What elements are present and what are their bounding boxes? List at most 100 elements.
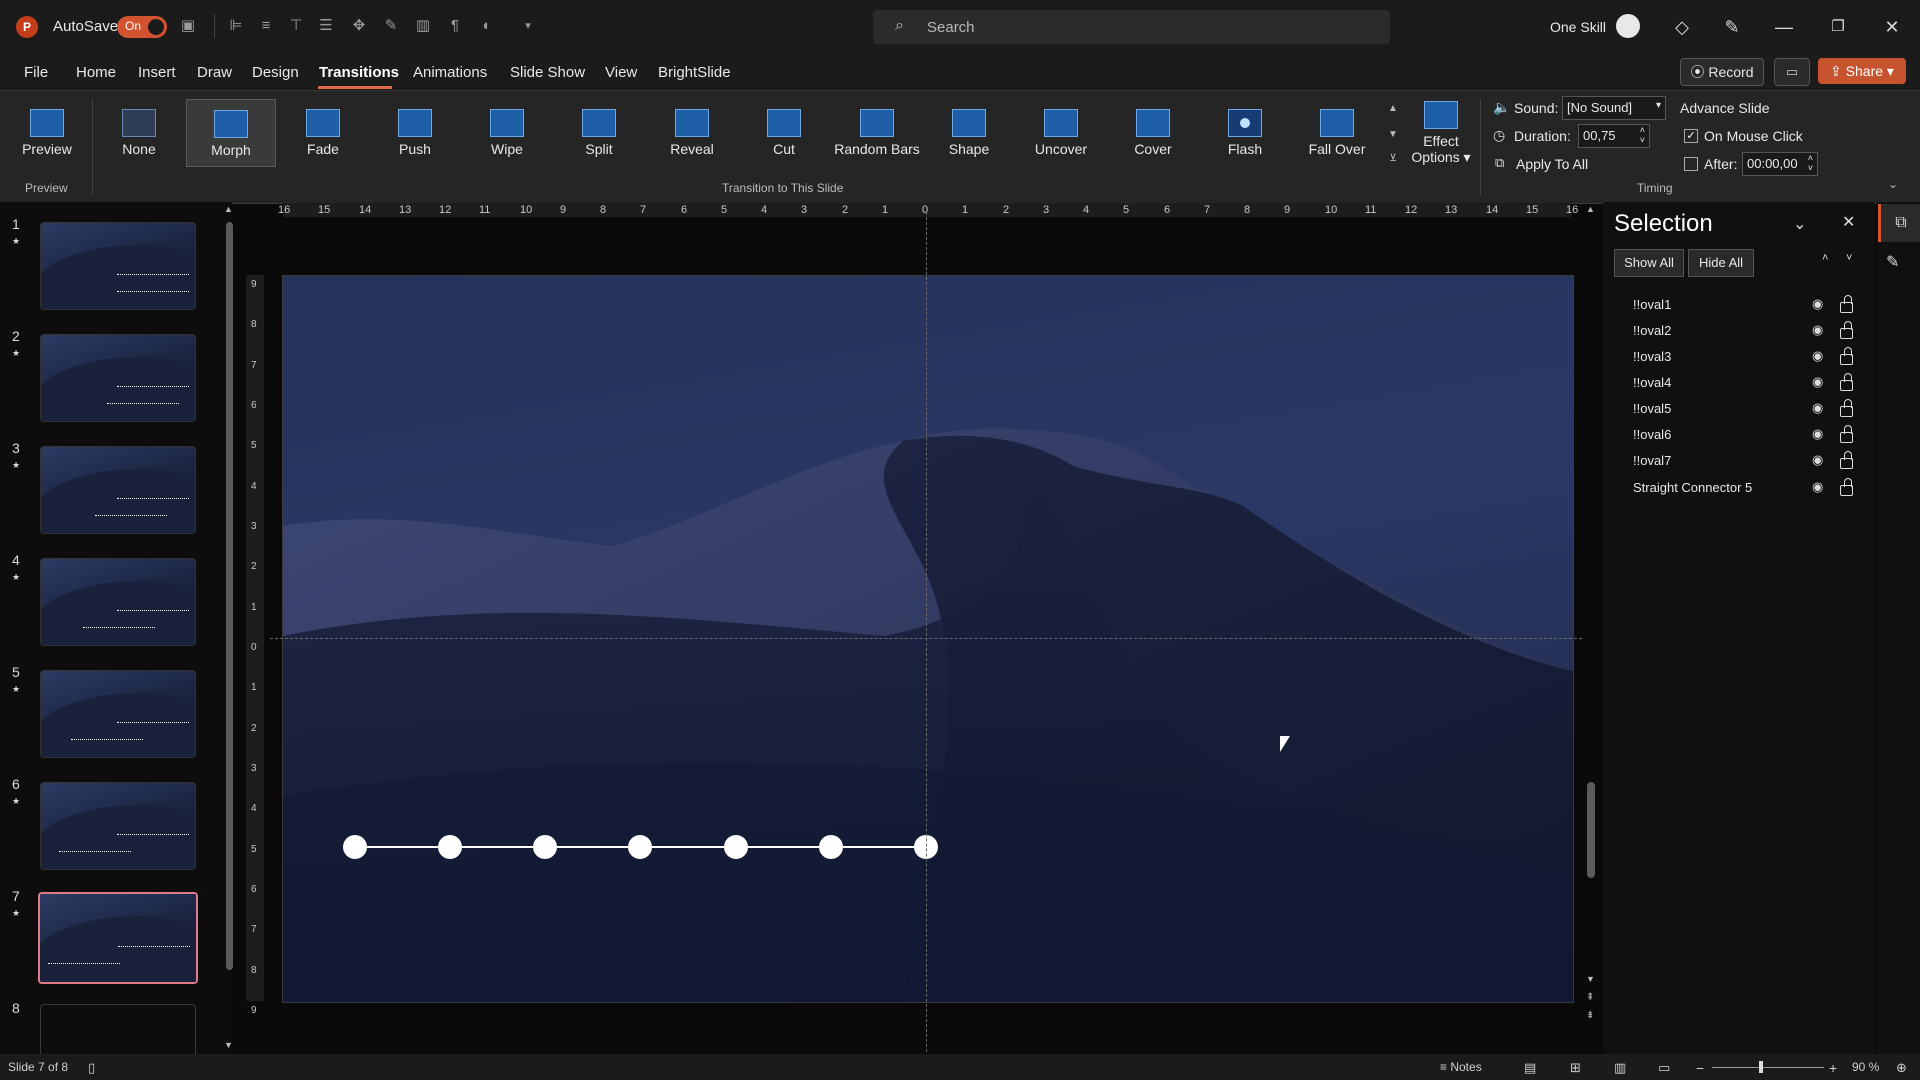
zoom-out-icon[interactable]: − [1696,1060,1704,1076]
sound-dropdown[interactable]: [No Sound] ▾ [1562,96,1666,120]
transition-flash[interactable]: Flash [1201,99,1289,165]
canvas-scroll-up-icon[interactable]: ▲ [1586,204,1595,214]
unlock-icon[interactable] [1840,478,1853,496]
preview-button[interactable]: Preview [10,99,84,171]
eye-icon[interactable]: ◉ [1812,452,1823,468]
oval-2[interactable] [438,835,462,859]
unlock-icon[interactable] [1840,425,1853,443]
transition-push[interactable]: Push [371,99,459,165]
format-shape-icon[interactable]: ✎ [1886,252,1899,272]
slide-show-icon[interactable]: ▭ [1658,1060,1670,1076]
scroll-down-icon[interactable]: ▼ [224,1040,233,1050]
align-center-icon[interactable]: ≡ [256,16,276,36]
share-button[interactable]: ⇪ Share ▾ [1818,58,1906,84]
normal-view-icon[interactable]: ▤ [1524,1060,1536,1076]
move-icon[interactable]: ✥ [349,16,369,36]
slide-thumbnail[interactable] [40,558,196,646]
transition-fall-over[interactable]: Fall Over [1293,99,1381,165]
align-left-icon[interactable]: ⊫ [226,16,246,36]
menu-home[interactable]: Home [76,64,116,81]
accessibility-icon[interactable]: ▯ [88,1060,95,1076]
apply-to-all-button[interactable]: Apply To All [1516,156,1588,172]
hide-all-button[interactable]: Hide All [1688,249,1754,277]
user-name[interactable]: One Skill [1550,19,1606,35]
send-backward-icon[interactable]: ˅ [1846,252,1852,264]
effect-options-button[interactable]: Effect Options ▾ [1410,99,1472,175]
transition-reveal[interactable]: Reveal [648,99,736,165]
record-button[interactable]: ⦿ Record [1680,58,1764,86]
unlock-icon[interactable] [1840,295,1853,313]
menu-slide-show[interactable]: Slide Show [510,64,585,81]
menu-file[interactable]: File [24,64,48,81]
unlock-icon[interactable] [1840,373,1853,391]
slide-sorter-icon[interactable]: ⊞ [1570,1060,1581,1076]
eye-icon[interactable]: ◉ [1812,322,1823,338]
menu-view[interactable]: View [605,64,637,81]
format-painter-icon[interactable]: ✎ [381,16,401,36]
eye-icon[interactable]: ◉ [1812,426,1823,442]
selection-item[interactable]: !!oval3 [1633,349,1671,364]
transition-cut[interactable]: Cut [740,99,828,165]
selection-item[interactable]: !!oval5 [1633,401,1671,416]
selection-item[interactable]: !!oval1 [1633,297,1671,312]
selection-item[interactable]: !!oval2 [1633,323,1671,338]
menu-brightslide[interactable]: BrightSlide [658,64,731,81]
pane-options-chevron-icon[interactable]: ⌄ [1793,214,1806,234]
on-mouse-click-checkbox[interactable]: ✓ [1684,129,1698,143]
zoom-slider-thumb[interactable] [1759,1061,1763,1073]
spinner-arrows-icon[interactable]: ˄ ˅ [1640,125,1645,145]
menu-design[interactable]: Design [252,64,299,81]
minimize-icon[interactable]: — [1764,12,1804,42]
align-top-icon[interactable]: ⊤ [286,16,306,36]
eye-icon[interactable]: ◉ [1812,400,1823,416]
zoom-slider[interactable] [1712,1067,1824,1068]
chart-icon[interactable]: ▥ [413,16,433,36]
selection-pane-icon[interactable]: ⧉ [1878,204,1920,242]
pen-icon[interactable]: ✎ [1712,12,1752,42]
slide-thumbnail[interactable] [40,446,196,534]
show-all-button[interactable]: Show All [1614,249,1684,277]
unlock-icon[interactable] [1840,399,1853,417]
previous-slide-icon[interactable]: ⇞ [1586,992,1594,1003]
shape-fill-icon[interactable]: ◐ [477,16,497,36]
canvas-scrollbar[interactable] [1587,782,1595,878]
oval-1[interactable] [343,835,367,859]
spinner-arrows-icon[interactable]: ˄ ˅ [1808,153,1813,173]
transition-morph[interactable]: Morph [186,99,276,167]
gallery-scroll-down-icon[interactable]: ▼ [1386,129,1400,140]
notes-button[interactable]: ≡ Notes [1440,1060,1482,1074]
slide-thumbnail[interactable] [40,782,196,870]
unlock-icon[interactable] [1840,347,1853,365]
slide-thumbnail[interactable] [40,222,196,310]
selection-item[interactable]: Straight Connector 5 [1633,480,1752,495]
transition-shape[interactable]: Shape [925,99,1013,165]
save-icon[interactable]: ▣ [178,16,198,36]
menu-transitions[interactable]: Transitions [319,64,399,81]
after-checkbox[interactable] [1684,157,1698,171]
horizontal-guide[interactable] [270,638,1582,639]
fit-slide-icon[interactable]: ⊕ [1896,1060,1907,1076]
text-format-icon[interactable]: ¶ [445,16,465,36]
eye-icon[interactable]: ◉ [1812,296,1823,312]
transition-none[interactable]: None [95,99,183,165]
restore-icon[interactable]: ❐ [1818,12,1858,42]
eye-icon[interactable]: ◉ [1812,374,1823,390]
oval-6[interactable] [819,835,843,859]
duration-spinner[interactable]: 00,75 ˄ ˅ [1578,124,1650,148]
oval-5[interactable] [724,835,748,859]
bring-forward-icon[interactable]: ˄ [1822,252,1828,264]
menu-insert[interactable]: Insert [138,64,176,81]
close-icon[interactable]: ✕ [1872,12,1912,42]
search-box[interactable]: ⌕ Search [873,10,1390,44]
slide-thumbnail[interactable] [40,1004,196,1055]
unlock-icon[interactable] [1840,321,1853,339]
eye-icon[interactable]: ◉ [1812,479,1823,495]
menu-draw[interactable]: Draw [197,64,232,81]
oval-3[interactable] [533,835,557,859]
transition-random-bars[interactable]: Random Bars [832,99,922,165]
slide-thumbnail[interactable] [40,670,196,758]
transition-split[interactable]: Split [555,99,643,165]
vertical-guide[interactable] [926,212,927,1052]
thumbnail-scrollbar[interactable] [226,222,233,970]
slide-thumbnail[interactable] [40,334,196,422]
